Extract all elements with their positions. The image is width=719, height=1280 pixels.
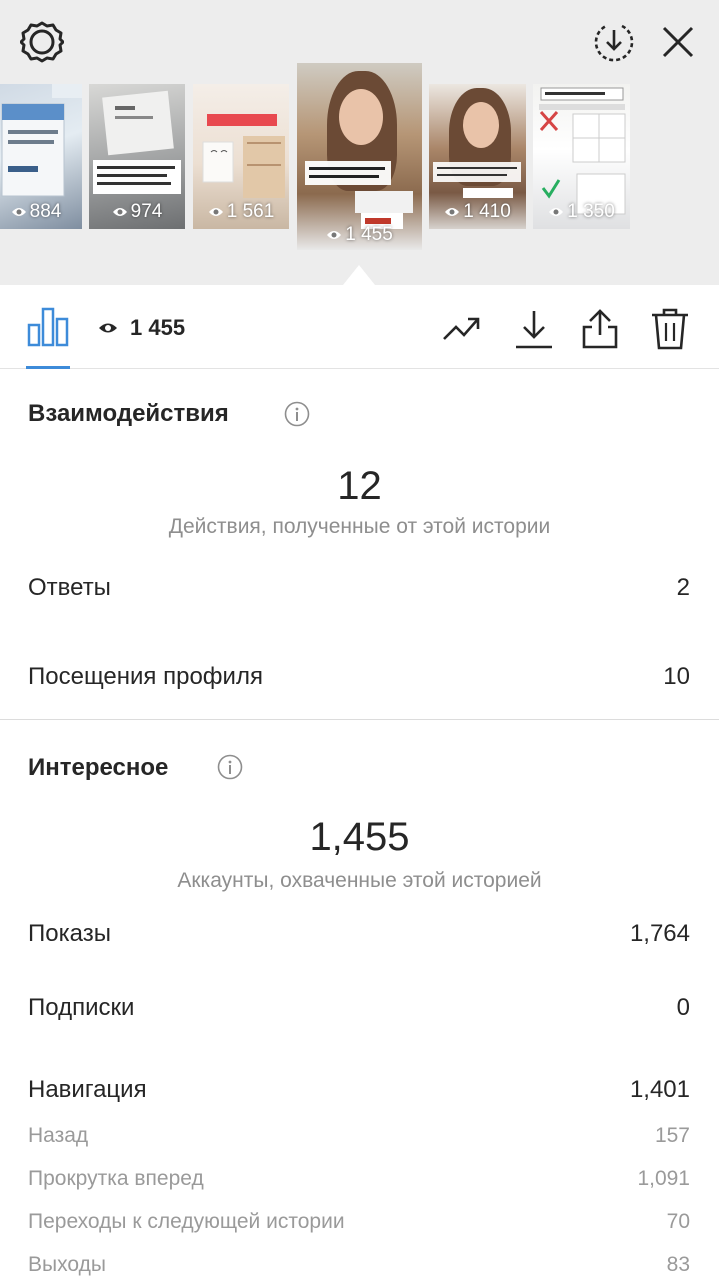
story-view-count: 884: [0, 201, 82, 223]
discovery-title: Интересное: [28, 754, 169, 781]
forward-label: Прокрутка вперед: [28, 1167, 204, 1190]
share-icon[interactable]: [578, 307, 622, 351]
story-thumbnail[interactable]: 1 561: [193, 84, 289, 229]
section-divider: [0, 719, 719, 720]
gear-icon[interactable]: [20, 20, 64, 64]
next-story-value: 70: [666, 1210, 690, 1233]
replies-label: Ответы: [28, 574, 111, 601]
bar-chart-icon[interactable]: [26, 307, 70, 347]
interactions-title: Взаимодействия: [28, 400, 229, 427]
follows-label: Подписки: [28, 994, 135, 1021]
trash-icon[interactable]: [648, 307, 692, 351]
story-thumbnail[interactable]: 884: [0, 84, 82, 229]
impressions-label: Показы: [28, 920, 111, 947]
story-views: 1 455: [345, 224, 393, 245]
story-view-count: 974: [89, 201, 185, 223]
eye-icon: [327, 230, 342, 239]
story-strip: 884 974 1 561 1 455 1 410 1 350: [0, 0, 719, 285]
navigation-value: 1,401: [629, 1076, 690, 1103]
story-photo: [305, 161, 413, 229]
story-views: 974: [130, 201, 163, 222]
eye-icon: [549, 207, 564, 216]
story-thumbnail-selected[interactable]: 1 455: [297, 63, 422, 250]
story-thumbnail[interactable]: 1 350: [533, 84, 630, 229]
eye-icon: [99, 323, 117, 333]
profile-visits-value: 10: [663, 663, 690, 690]
eye-icon: [208, 207, 223, 216]
exits-value: 83: [666, 1253, 690, 1276]
info-icon[interactable]: [284, 401, 310, 427]
download-icon[interactable]: [512, 307, 556, 351]
follows-value: 0: [676, 994, 690, 1021]
info-icon[interactable]: [217, 754, 243, 780]
story-thumbnail[interactable]: 974: [89, 84, 185, 229]
interactions-total: 12: [337, 464, 382, 508]
eye-icon: [112, 207, 127, 216]
download-circle-icon[interactable]: [592, 20, 636, 64]
exits-label: Выходы: [28, 1253, 106, 1276]
reach-subtitle: Аккаунты, охваченные этой историей: [177, 869, 542, 892]
close-icon[interactable]: [656, 20, 700, 64]
selected-story-pointer: [343, 265, 375, 285]
back-label: Назад: [28, 1124, 89, 1147]
insights-toolbar: 1 455: [0, 285, 719, 369]
back-value: 157: [654, 1124, 690, 1147]
eye-icon: [445, 207, 460, 216]
reach-total: 1,455: [309, 815, 410, 859]
eye-icon: [11, 207, 26, 216]
story-views: 1 410: [463, 201, 511, 222]
forward-value: 1,091: [637, 1167, 690, 1190]
impressions-value: 1,764: [629, 920, 690, 947]
profile-visits-label: Посещения профиля: [28, 663, 263, 690]
next-story-label: Переходы к следующей истории: [28, 1210, 345, 1233]
active-tab-indicator: [26, 366, 70, 369]
view-count: 1 455: [130, 315, 186, 340]
story-views: 1 350: [567, 201, 615, 222]
story-thumbnail[interactable]: 1 410: [429, 84, 526, 229]
story-view-count: 1 561: [193, 201, 289, 223]
navigation-label: Навигация: [28, 1076, 147, 1103]
story-views: 884: [29, 201, 62, 222]
story-view-count: 1 410: [429, 201, 526, 223]
story-view-count: 1 455: [297, 224, 422, 246]
replies-value: 2: [676, 574, 690, 601]
story-views: 1 561: [226, 201, 275, 222]
story-view-count: 1 350: [533, 201, 630, 223]
trend-icon[interactable]: [440, 307, 484, 351]
interactions-subtitle: Действия, полученные от этой истории: [168, 515, 551, 538]
